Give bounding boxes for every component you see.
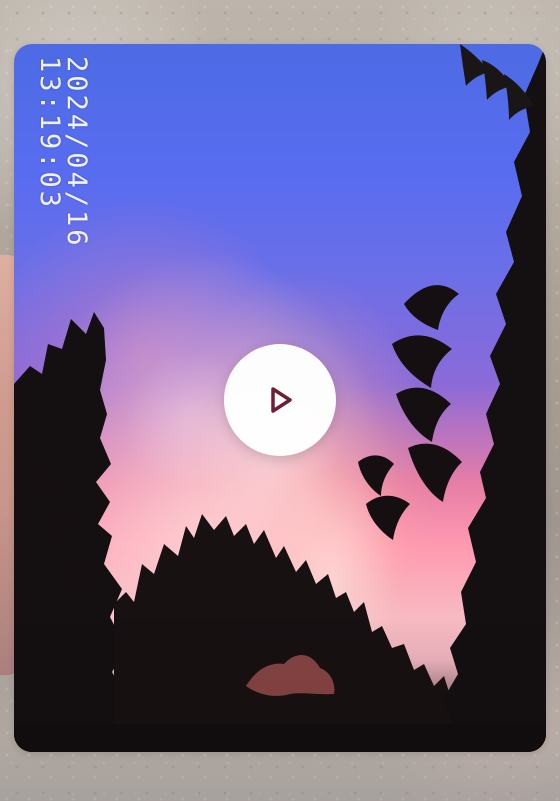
bottom-ground <box>14 724 546 752</box>
right-tree-branches <box>358 285 462 540</box>
play-button[interactable] <box>224 344 336 456</box>
play-icon <box>271 387 292 413</box>
top-right-pine <box>460 44 534 120</box>
video-thumbnail[interactable]: 2024/04/16 13:19:03 <box>14 44 546 752</box>
right-tree-silhouette <box>444 44 546 752</box>
timestamp: 2024/04/16 13:19:03 <box>34 56 92 249</box>
center-treeline <box>114 514 474 752</box>
screen-background: 2024/04/16 13:19:03 <box>0 0 560 801</box>
